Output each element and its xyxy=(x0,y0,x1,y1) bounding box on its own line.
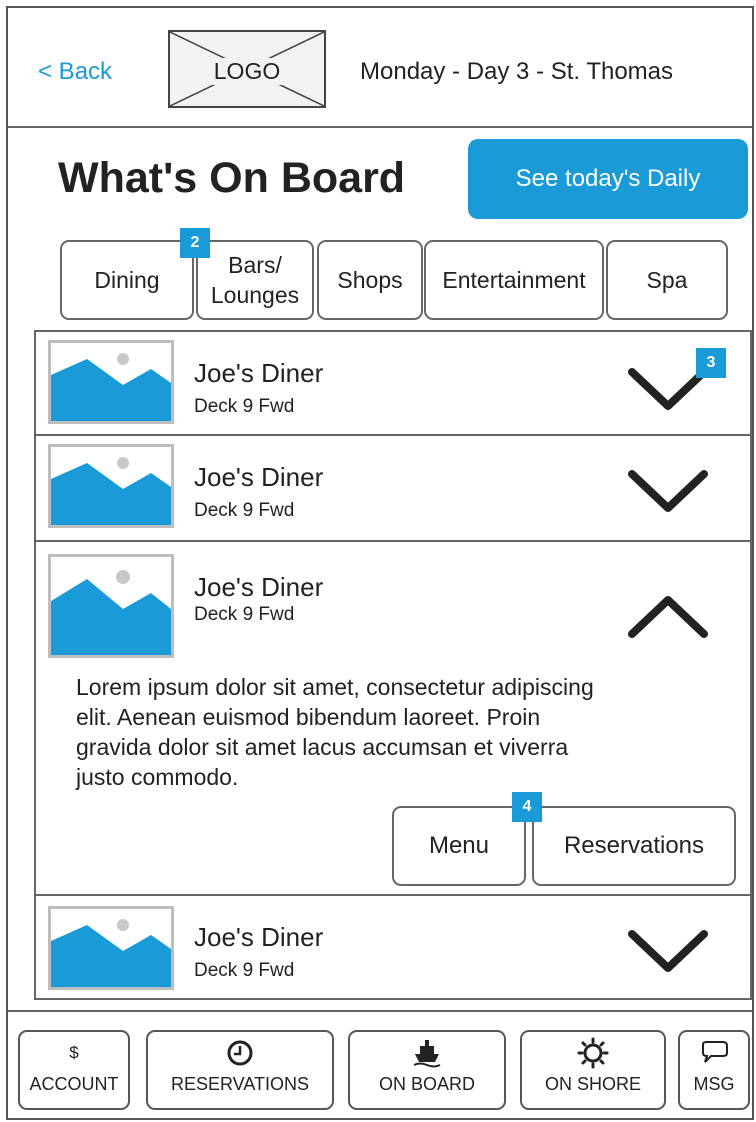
item-description: Lorem ipsum dolor sit amet, consectetur … xyxy=(76,672,696,792)
tab-bars-label-line2: Lounges xyxy=(210,282,300,308)
tab-bars-lounges[interactable]: Bars/ Lounges xyxy=(196,240,314,320)
item-name: Joe's Diner xyxy=(194,922,324,952)
description-line: Lorem ipsum dolor sit amet, consectetur … xyxy=(76,674,594,700)
annotation-badge: 2 xyxy=(180,228,210,258)
annotation-badge: 4 xyxy=(512,792,542,822)
bottom-nav: $ ACCOUNT RESERVATIONS ON BOARD ON SHORE… xyxy=(8,1010,752,1118)
page-title: What's On Board xyxy=(58,154,406,202)
list-item[interactable]: Joe's Diner Deck 9 Fwd 3 xyxy=(36,332,750,436)
reservations-button[interactable]: Reservations xyxy=(532,806,736,886)
dollar-icon: $ xyxy=(69,1043,79,1062)
nav-reservations-label: RESERVATIONS xyxy=(170,1074,310,1094)
chevron-up-icon[interactable] xyxy=(626,592,710,642)
image-placeholder-icon xyxy=(48,340,174,424)
tab-bars-label-line1: Bars/ xyxy=(228,252,282,278)
tab-shops-label: Shops xyxy=(337,267,403,293)
nav-msg-label: MSG xyxy=(693,1074,735,1094)
tab-dining-label: Dining xyxy=(94,267,160,293)
list-item[interactable]: Joe's Diner Deck 9 Fwd xyxy=(36,436,750,542)
chat-bubble-icon xyxy=(680,1038,748,1068)
description-line: justo commodo. xyxy=(76,764,239,790)
annotation-badge: 3 xyxy=(696,348,726,378)
item-location: Deck 9 Fwd xyxy=(194,960,295,981)
nav-account-label: ACCOUNT xyxy=(29,1074,119,1094)
ship-icon xyxy=(350,1038,504,1068)
venue-list: Joe's Diner Deck 9 Fwd 3 Joe's Diner Dec… xyxy=(34,330,752,1000)
chevron-down-icon[interactable] xyxy=(626,926,710,976)
item-location: Deck 9 Fwd xyxy=(194,604,295,625)
clock-icon xyxy=(148,1038,332,1068)
list-item-expanded[interactable]: Joe's Diner Deck 9 Fwd Lorem ipsum dolor… xyxy=(36,542,750,896)
tab-spa[interactable]: Spa xyxy=(606,240,728,320)
nav-reservations[interactable]: RESERVATIONS xyxy=(146,1030,334,1110)
nav-on-board[interactable]: ON BOARD xyxy=(348,1030,506,1110)
tab-entertainment-label: Entertainment xyxy=(442,267,586,293)
see-daily-button[interactable]: See today's Daily xyxy=(468,139,748,219)
item-location: Deck 9 Fwd xyxy=(194,396,295,417)
logo: LOGO xyxy=(168,30,326,108)
nav-on-shore[interactable]: ON SHORE xyxy=(520,1030,666,1110)
image-placeholder-icon xyxy=(48,554,174,658)
header: < Back LOGO Monday - Day 3 - St. Thomas xyxy=(8,8,752,128)
list-item[interactable]: Joe's Diner Deck 9 Fwd xyxy=(36,896,750,998)
tab-entertainment[interactable]: Entertainment xyxy=(424,240,604,320)
chevron-down-icon[interactable] xyxy=(626,466,710,516)
nav-msg[interactable]: MSG xyxy=(678,1030,750,1110)
description-line: elit. Aenean euismod bibendum laoreet. P… xyxy=(76,704,541,730)
item-name: Joe's Diner xyxy=(194,358,324,388)
image-placeholder-icon xyxy=(48,906,174,990)
nav-account[interactable]: $ ACCOUNT xyxy=(18,1030,130,1110)
nav-on-shore-label: ON SHORE xyxy=(544,1074,641,1094)
item-name: Joe's Diner xyxy=(194,462,324,492)
item-name: Joe's Diner xyxy=(194,572,324,602)
tab-dining[interactable]: Dining xyxy=(60,240,194,320)
back-button[interactable]: < Back xyxy=(38,58,112,86)
nav-on-board-label: ON BOARD xyxy=(378,1074,475,1094)
tab-shops[interactable]: Shops xyxy=(317,240,423,320)
sun-icon xyxy=(522,1037,664,1069)
description-line: gravida dolor sit amet lacus accumsan et… xyxy=(76,734,569,760)
item-location: Deck 9 Fwd xyxy=(194,500,295,521)
logo-label: LOGO xyxy=(201,58,293,85)
menu-button[interactable]: Menu xyxy=(392,806,526,886)
app-frame: < Back LOGO Monday - Day 3 - St. Thomas … xyxy=(6,6,754,1120)
image-placeholder-icon xyxy=(48,444,174,528)
day-label: Monday - Day 3 - St. Thomas xyxy=(360,58,674,85)
tab-spa-label: Spa xyxy=(646,267,688,293)
